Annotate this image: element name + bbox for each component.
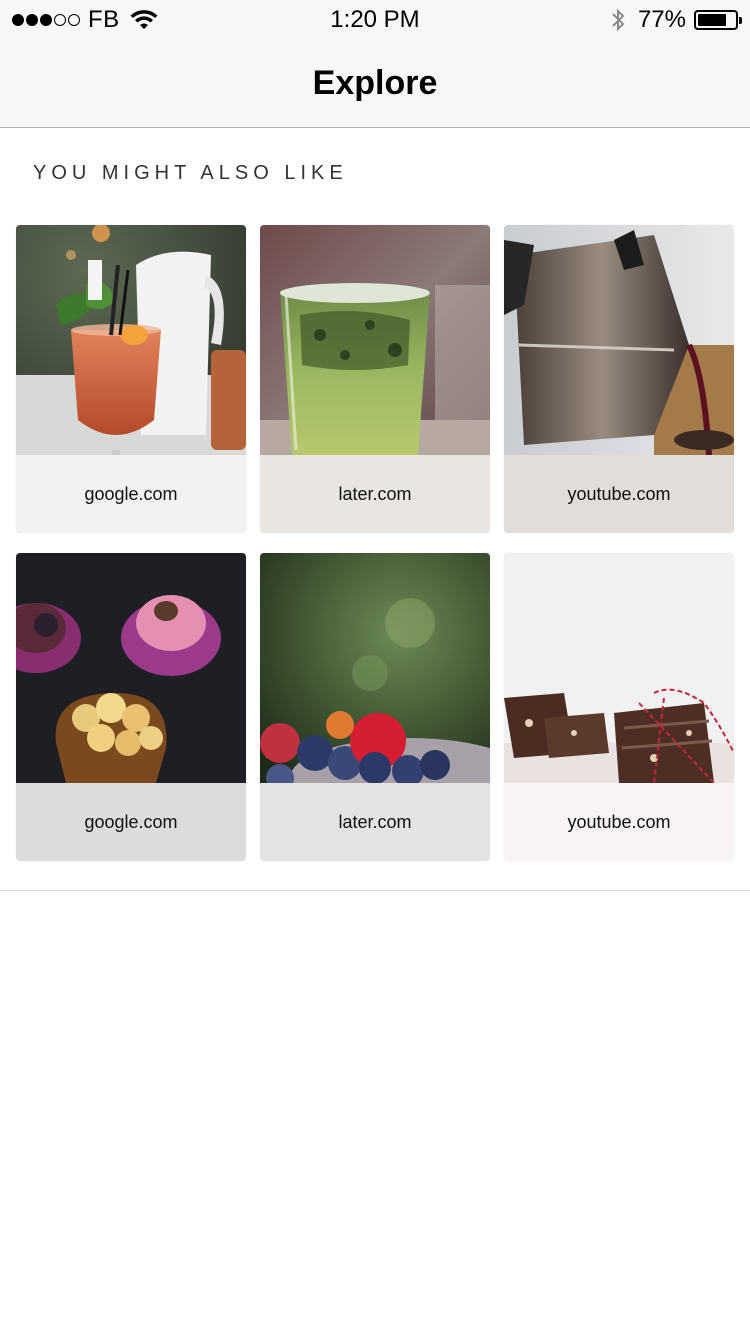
berries-bowl-photo [260, 553, 490, 783]
battery-cap [739, 17, 742, 24]
cupcakes-photo [16, 553, 246, 783]
card-caption: google.com [16, 783, 246, 861]
section-divider [0, 890, 750, 891]
battery-icon [694, 10, 742, 30]
suggestion-card[interactable]: later.com [260, 225, 490, 533]
card-label: youtube.com [567, 811, 671, 832]
moka-pot-coffee-photo [504, 225, 734, 455]
suggestion-card[interactable]: google.com [16, 225, 246, 533]
suggestion-card[interactable]: google.com [16, 553, 246, 861]
bluetooth-icon [612, 8, 625, 32]
chocolate-bark-photo [504, 553, 734, 783]
card-label: youtube.com [567, 483, 671, 504]
card-caption: google.com [16, 455, 246, 533]
card-label: later.com [338, 811, 412, 832]
card-caption: later.com [260, 783, 490, 861]
suggestion-card[interactable]: youtube.com [504, 225, 734, 533]
card-caption: later.com [260, 455, 490, 533]
cocktail-drink-photo [16, 225, 246, 455]
section-title: YOU MIGHT ALSO LIKE [33, 162, 348, 184]
status-right: 77% [610, 6, 742, 34]
battery-percent: 77% [637, 6, 686, 33]
card-caption: youtube.com [504, 783, 734, 861]
page-title: Explore [312, 64, 438, 102]
card-label: google.com [84, 483, 178, 504]
battery-fill [698, 14, 726, 26]
card-caption: youtube.com [504, 455, 734, 533]
suggestion-card[interactable]: youtube.com [504, 553, 734, 861]
navigation-bar: Explore [0, 40, 750, 128]
status-bar: FB 1:20 PM 77% [0, 0, 750, 40]
card-label: later.com [338, 483, 412, 504]
card-label: google.com [84, 811, 178, 832]
suggestion-card[interactable]: later.com [260, 553, 490, 861]
green-mojito-photo [260, 225, 490, 455]
